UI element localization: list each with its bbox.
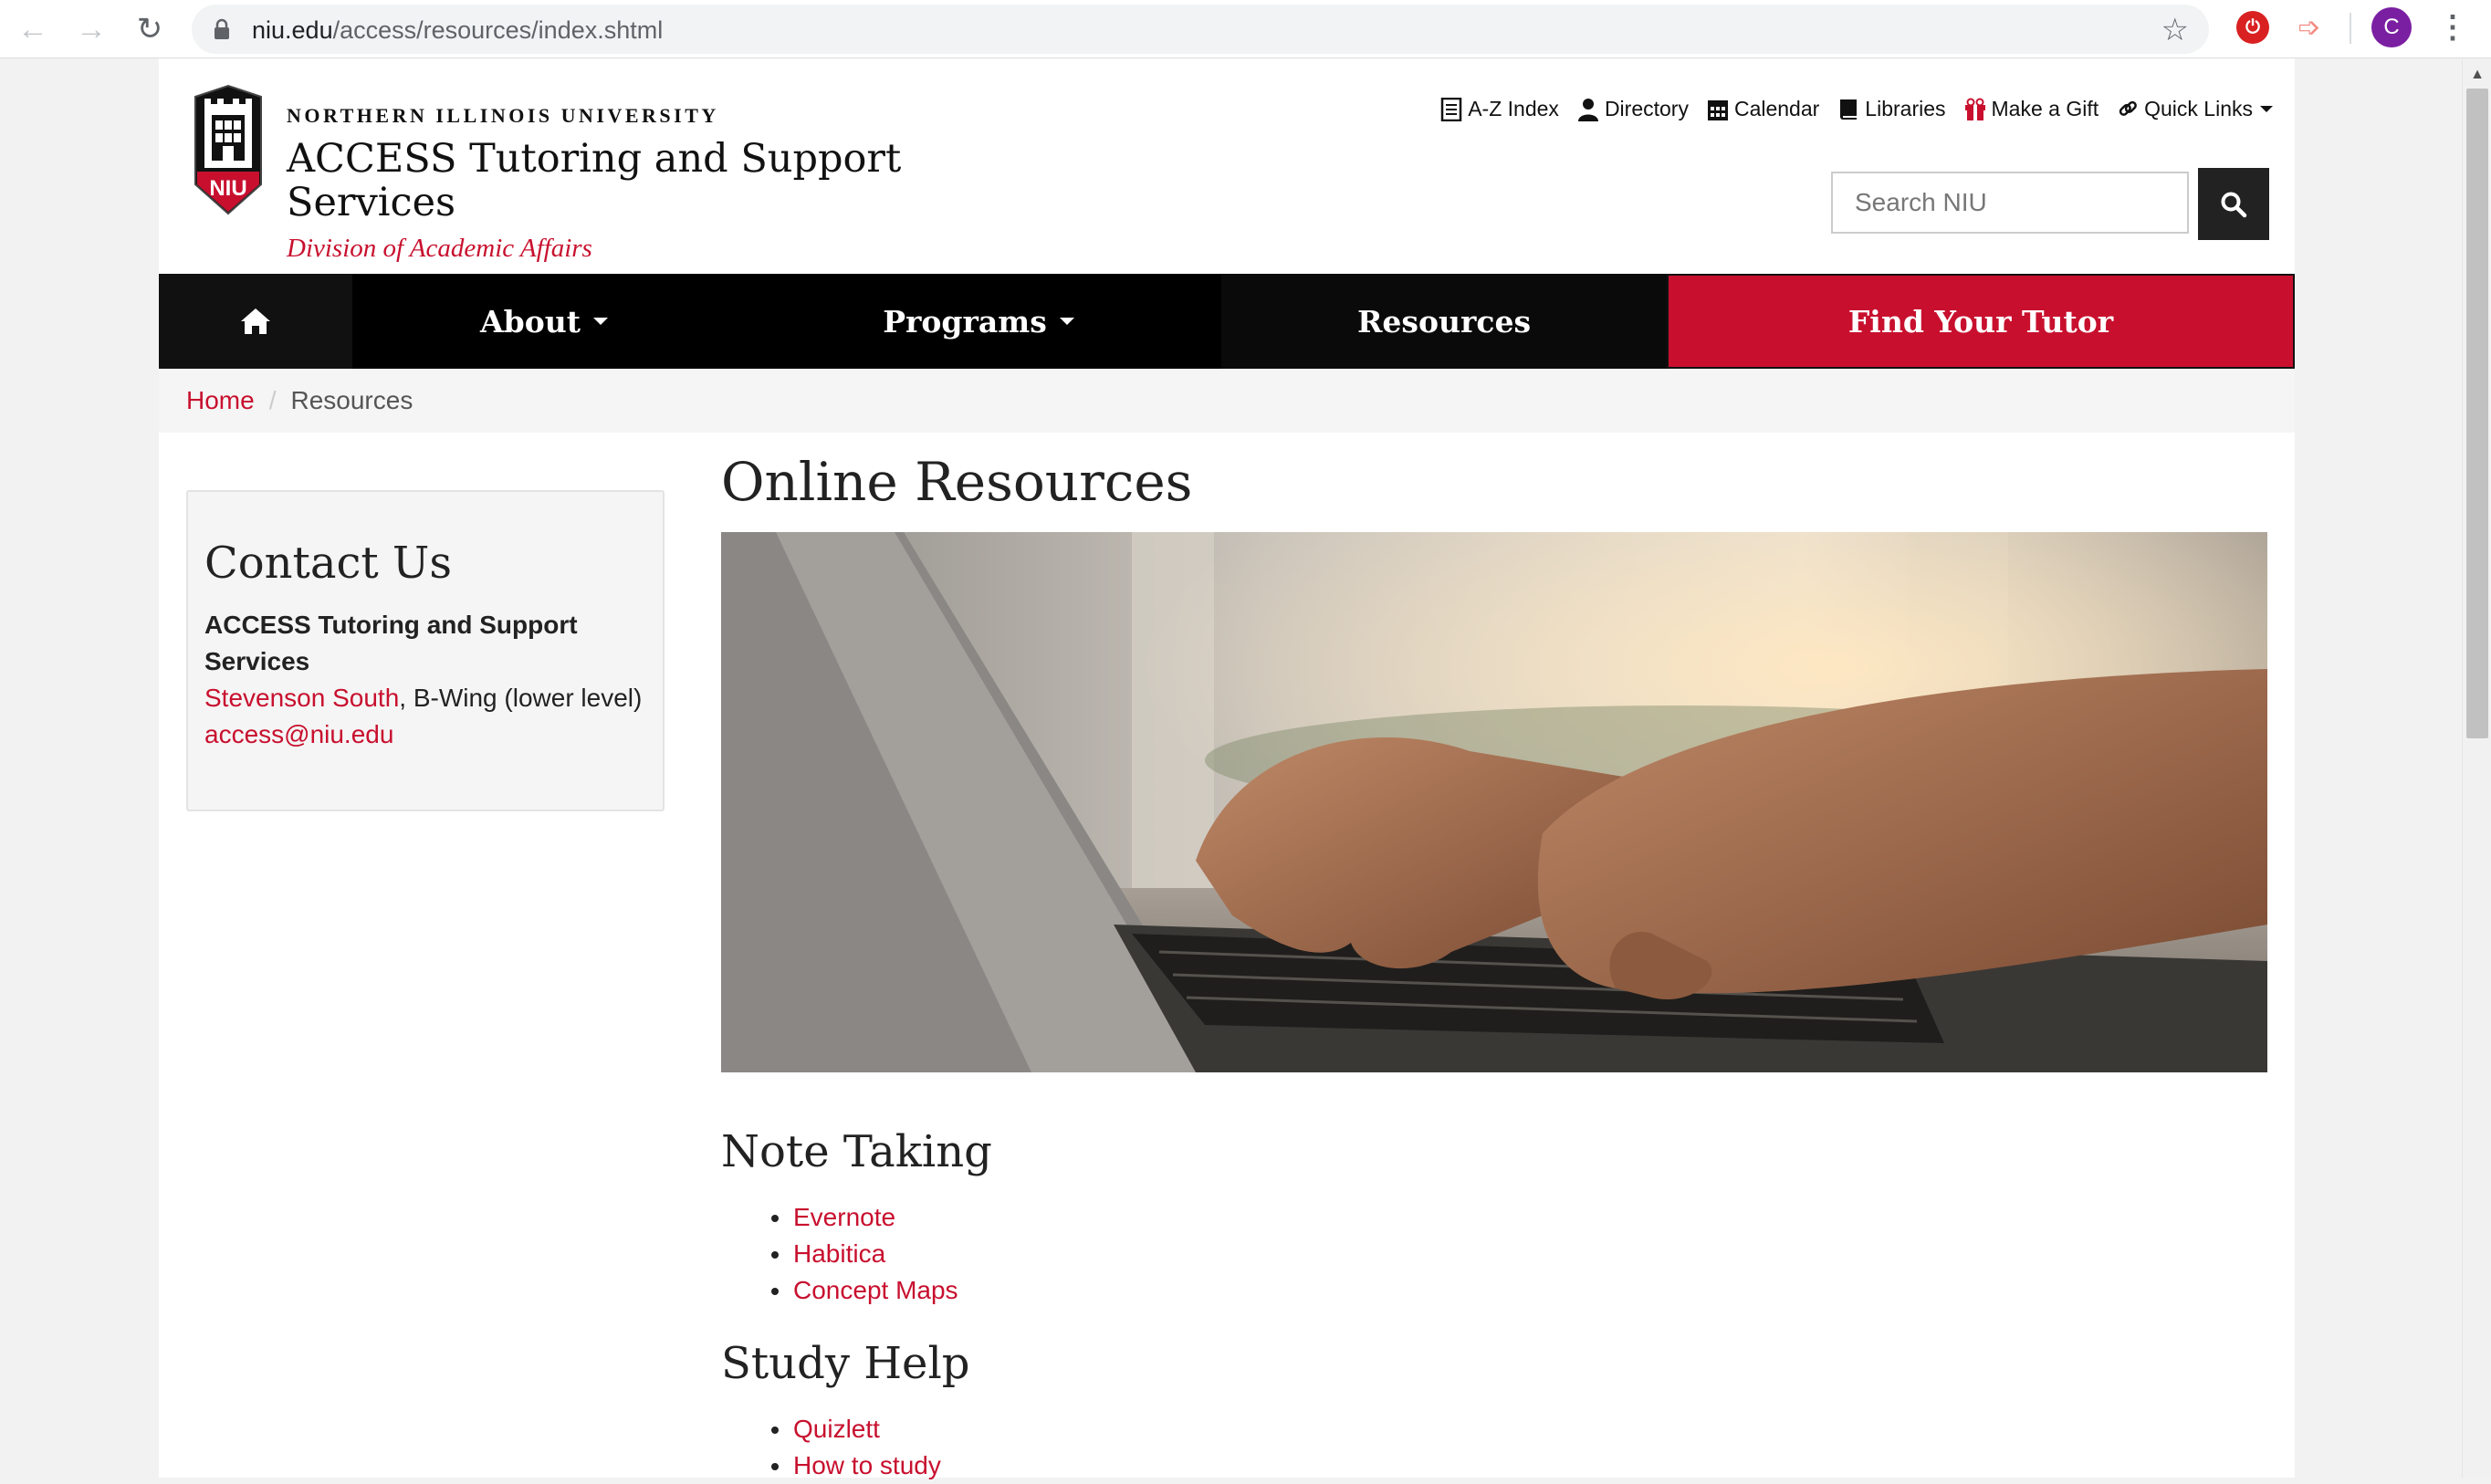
quizlett-link[interactable]: Quizlett (793, 1415, 880, 1443)
university-name: NORTHERN ILLINOIS UNIVERSITY (287, 104, 719, 127)
list-item: Habitica (771, 1236, 958, 1272)
url-text: niu.edu/access/resources/index.shtml (252, 16, 663, 45)
niu-logo[interactable]: NIU (190, 84, 267, 216)
list-icon (1440, 97, 1462, 121)
util-libraries[interactable]: Libraries (1837, 97, 1946, 121)
search-icon (2221, 192, 2247, 217)
util-label: Libraries (1865, 97, 1946, 120)
toolbar-divider (2350, 13, 2351, 44)
calendar-icon (1707, 99, 1728, 120)
section-note-taking-heading: Note Taking (721, 1126, 992, 1177)
util-label: Calendar (1733, 97, 1820, 120)
hero-illustration (721, 532, 2267, 1072)
list-item: Quizlett (771, 1411, 941, 1447)
breadcrumb-current: Resources (290, 386, 413, 414)
breadcrumb: Home / Resources (159, 369, 2295, 433)
list-item: Evernote (771, 1199, 958, 1236)
hero-image-laptop-typing (721, 532, 2267, 1072)
nav-resources-label: Resources (1356, 303, 1532, 340)
home-icon (241, 308, 270, 334)
util-az-index[interactable]: A-Z Index (1440, 97, 1559, 121)
link-icon (2119, 100, 2137, 116)
habitica-link[interactable]: Habitica (793, 1239, 885, 1268)
address-bar[interactable]: niu.edu/access/resources/index.shtml ☆ (192, 5, 2209, 54)
section-study-help-heading: Study Help (721, 1338, 970, 1389)
caret-down-icon (592, 318, 608, 325)
email-link[interactable]: access@niu.edu (204, 720, 393, 748)
search-form (1831, 168, 2269, 240)
reload-icon[interactable]: ↻ (130, 9, 170, 49)
contact-us-panel: Contact Us ACCESS Tutoring and Support S… (186, 490, 665, 811)
bookmark-star-icon[interactable]: ☆ (2161, 12, 2189, 48)
extension-power-icon[interactable]: ⏻ (2236, 11, 2269, 44)
list-item: How to study (771, 1447, 941, 1484)
page-title: Online Resources (721, 451, 1193, 513)
extension-arrow-icon[interactable]: ➩ (2291, 11, 2328, 44)
util-quick-links[interactable]: Quick Links (2117, 97, 2273, 121)
logo-text: NIU (209, 176, 246, 201)
forward-icon[interactable]: → (71, 9, 111, 49)
how-to-study-link[interactable]: How to study (793, 1451, 941, 1479)
scroll-up-arrow-icon[interactable]: ▲ (2463, 67, 2491, 85)
evernote-link[interactable]: Evernote (793, 1203, 895, 1231)
util-directory[interactable]: Directory (1577, 97, 1689, 121)
contact-title: Contact Us (204, 538, 452, 589)
site-title[interactable]: ACCESS Tutoring and Support Services (287, 137, 944, 225)
util-label: Quick Links (2144, 97, 2253, 120)
search-input[interactable] (1831, 172, 2189, 234)
person-icon (1577, 98, 1598, 121)
main-nav: About Programs Resources Find Your Tutor (159, 274, 2295, 369)
breadcrumb-home[interactable]: Home (186, 386, 255, 415)
profile-avatar[interactable]: C (2371, 7, 2412, 47)
nav-home[interactable] (159, 274, 352, 369)
search-button[interactable] (2198, 168, 2269, 240)
util-label: Directory (1604, 97, 1689, 120)
browser-menu-icon[interactable]: ⋮ (2437, 7, 2468, 47)
contact-location: Stevenson South, B-Wing (lower level) (204, 680, 644, 716)
back-icon[interactable]: ← (13, 9, 53, 49)
note-taking-list: Evernote Habitica Concept Maps (771, 1199, 958, 1309)
nav-find-your-tutor-label: Find Your Tutor (1847, 303, 2114, 340)
book-icon (1840, 99, 1858, 120)
division-name[interactable]: Division of Academic Affairs (287, 234, 592, 264)
nav-about-label: About (480, 303, 581, 340)
chevron-down-icon (2260, 106, 2273, 112)
nav-about[interactable]: About (352, 274, 736, 369)
utility-nav: A-Z Index Directory Calendar Libraries M… (1440, 97, 2273, 121)
nav-programs[interactable]: Programs (736, 274, 1221, 369)
browser-toolbar: ← → ↻ niu.edu/access/resources/index.sht… (0, 0, 2491, 58)
lock-icon (215, 18, 229, 39)
util-label: Make a Gift (1991, 97, 2099, 120)
location-detail: , B-Wing (lower level) (399, 684, 643, 712)
concept-maps-link[interactable]: Concept Maps (793, 1276, 958, 1304)
util-make-a-gift[interactable]: Make a Gift (1964, 97, 2099, 121)
nav-programs-label: Programs (883, 303, 1047, 340)
web-page: NIU NORTHERN ILLINOIS UNIVERSITY ACCESS … (159, 58, 2295, 1479)
nav-resources[interactable]: Resources (1221, 274, 1667, 369)
caret-down-icon (1059, 318, 1074, 325)
scroll-thumb[interactable] (2466, 89, 2488, 738)
url-path: /access/resources/index.shtml (332, 16, 664, 44)
contact-email-line: access@niu.edu (204, 716, 644, 753)
nav-find-your-tutor[interactable]: Find Your Tutor (1667, 274, 2295, 369)
url-domain: niu.edu (252, 16, 333, 44)
util-calendar[interactable]: Calendar (1707, 97, 1819, 121)
list-item: Concept Maps (771, 1272, 958, 1309)
util-label: A-Z Index (1468, 97, 1559, 120)
gift-icon (1964, 98, 1985, 120)
location-link[interactable]: Stevenson South (204, 684, 399, 712)
breadcrumb-separator: / (268, 386, 277, 414)
page-scrollbar[interactable]: ▲ (2462, 59, 2491, 1478)
contact-org: ACCESS Tutoring and Support Services (204, 611, 578, 675)
study-help-list: Quizlett How to study (771, 1411, 941, 1484)
